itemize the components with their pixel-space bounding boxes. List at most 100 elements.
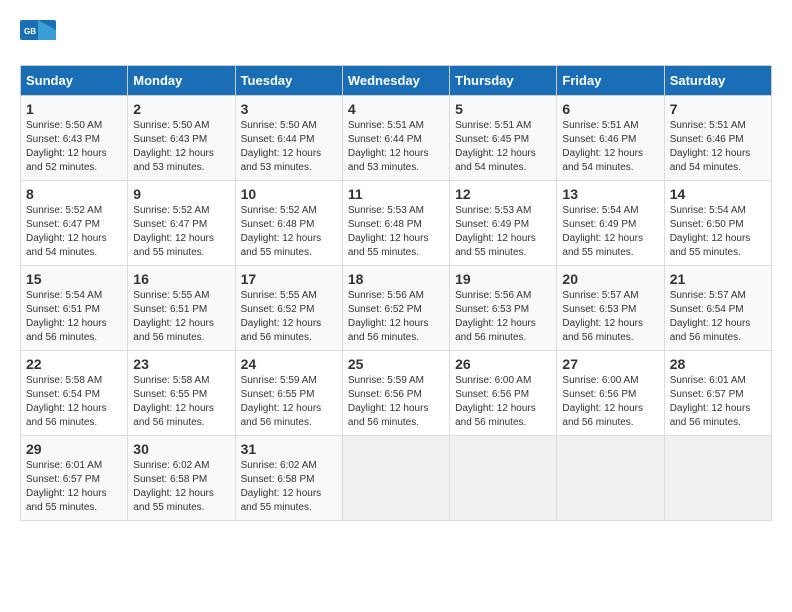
day-number: 20 (562, 271, 658, 287)
calendar-cell: 7Sunrise: 5:51 AM Sunset: 6:46 PM Daylig… (664, 96, 771, 181)
calendar-week-3: 15 Sunrise: 5:54 AM Sunset: 6:51 PM Dayli… (21, 266, 772, 351)
logo-icon: GB (20, 20, 56, 50)
day-info: Sunrise: 6:01 AM Sunset: 6:57 PM Dayligh… (670, 374, 766, 430)
day-number: 22 (26, 356, 122, 372)
day-number: 15 (26, 271, 122, 287)
calendar-week-4: 22 Sunrise: 5:58 AM Sunset: 6:54 PM Dayli… (21, 351, 772, 436)
calendar-cell: 12 Sunrise: 5:53 AM Sunset: 6:49 PM Dayli… (450, 181, 557, 266)
day-info: Sunrise: 6:02 AM Sunset: 6:58 PM Dayligh… (133, 459, 229, 515)
calendar-cell: 11 Sunrise: 5:53 AM Sunset: 6:48 PM Dayli… (342, 181, 449, 266)
calendar-cell (557, 436, 664, 521)
calendar-cell: 25 Sunrise: 5:59 AM Sunset: 6:56 PM Dayli… (342, 351, 449, 436)
calendar-cell: 22 Sunrise: 5:58 AM Sunset: 6:54 PM Dayli… (21, 351, 128, 436)
day-info: Sunrise: 5:52 AM Sunset: 6:47 PM Dayligh… (26, 204, 122, 260)
logo: GB (20, 20, 60, 50)
day-info: Sunrise: 5:59 AM Sunset: 6:56 PM Dayligh… (348, 374, 444, 430)
calendar-cell: 13Sunrise: 5:54 AM Sunset: 6:49 PM Dayli… (557, 181, 664, 266)
day-number: 10 (241, 186, 337, 202)
header-monday: Monday (128, 66, 235, 96)
calendar-header-row: SundayMondayTuesdayWednesdayThursdayFrid… (21, 66, 772, 96)
calendar-cell: 14 Sunrise: 5:54 AM Sunset: 6:50 PM Dayli… (664, 181, 771, 266)
day-number: 14 (670, 186, 766, 202)
calendar-week-5: 29 Sunrise: 6:01 AM Sunset: 6:57 PM Dayli… (21, 436, 772, 521)
day-number: 4 (348, 101, 444, 117)
day-info: Sunrise: 5:50 AM Sunset: 6:43 PM Dayligh… (133, 119, 229, 175)
day-number: 25 (348, 356, 444, 372)
calendar-cell: 29 Sunrise: 6:01 AM Sunset: 6:57 PM Dayli… (21, 436, 128, 521)
day-info: Sunrise: 5:55 AM Sunset: 6:51 PM Dayligh… (133, 289, 229, 345)
day-info: Sunrise: 6:00 AM Sunset: 6:56 PM Dayligh… (562, 374, 658, 430)
day-number: 1 (26, 101, 122, 117)
header-sunday: Sunday (21, 66, 128, 96)
svg-text:GB: GB (24, 27, 36, 36)
day-info: Sunrise: 5:58 AM Sunset: 6:54 PM Dayligh… (26, 374, 122, 430)
day-info: Sunrise: 6:02 AM Sunset: 6:58 PM Dayligh… (241, 459, 337, 515)
calendar-week-2: 8 Sunrise: 5:52 AM Sunset: 6:47 PM Daylig… (21, 181, 772, 266)
day-info: Sunrise: 5:54 AM Sunset: 6:51 PM Dayligh… (26, 289, 122, 345)
day-number: 21 (670, 271, 766, 287)
calendar-cell (450, 436, 557, 521)
day-info: Sunrise: 5:56 AM Sunset: 6:52 PM Dayligh… (348, 289, 444, 345)
day-info: Sunrise: 5:51 AM Sunset: 6:46 PM Dayligh… (670, 119, 766, 175)
header-friday: Friday (557, 66, 664, 96)
day-info: Sunrise: 6:00 AM Sunset: 6:56 PM Dayligh… (455, 374, 551, 430)
calendar-cell: 27Sunrise: 6:00 AM Sunset: 6:56 PM Dayli… (557, 351, 664, 436)
calendar-cell: 21 Sunrise: 5:57 AM Sunset: 6:54 PM Dayli… (664, 266, 771, 351)
day-number: 30 (133, 441, 229, 457)
calendar-table: SundayMondayTuesdayWednesdayThursdayFrid… (20, 65, 772, 521)
calendar-cell: 9 Sunrise: 5:52 AM Sunset: 6:47 PM Daylig… (128, 181, 235, 266)
calendar-cell: 30 Sunrise: 6:02 AM Sunset: 6:58 PM Dayli… (128, 436, 235, 521)
day-info: Sunrise: 5:53 AM Sunset: 6:49 PM Dayligh… (455, 204, 551, 260)
header-wednesday: Wednesday (342, 66, 449, 96)
day-info: Sunrise: 5:52 AM Sunset: 6:47 PM Dayligh… (133, 204, 229, 260)
day-number: 29 (26, 441, 122, 457)
day-number: 5 (455, 101, 551, 117)
calendar-cell: 28 Sunrise: 6:01 AM Sunset: 6:57 PM Dayli… (664, 351, 771, 436)
day-info: Sunrise: 6:01 AM Sunset: 6:57 PM Dayligh… (26, 459, 122, 515)
calendar-week-1: 1 Sunrise: 5:50 AM Sunset: 6:43 PM Daylig… (21, 96, 772, 181)
day-number: 8 (26, 186, 122, 202)
calendar-cell: 6Sunrise: 5:51 AM Sunset: 6:46 PM Daylig… (557, 96, 664, 181)
calendar-cell: 31 Sunrise: 6:02 AM Sunset: 6:58 PM Dayli… (235, 436, 342, 521)
calendar-cell: 15 Sunrise: 5:54 AM Sunset: 6:51 PM Dayli… (21, 266, 128, 351)
day-info: Sunrise: 5:55 AM Sunset: 6:52 PM Dayligh… (241, 289, 337, 345)
day-number: 3 (241, 101, 337, 117)
day-number: 23 (133, 356, 229, 372)
day-info: Sunrise: 5:56 AM Sunset: 6:53 PM Dayligh… (455, 289, 551, 345)
day-number: 31 (241, 441, 337, 457)
day-number: 2 (133, 101, 229, 117)
day-number: 19 (455, 271, 551, 287)
day-number: 17 (241, 271, 337, 287)
header-saturday: Saturday (664, 66, 771, 96)
page-header: GB (20, 20, 772, 50)
day-info: Sunrise: 5:54 AM Sunset: 6:50 PM Dayligh… (670, 204, 766, 260)
calendar-cell: 5 Sunrise: 5:51 AM Sunset: 6:45 PM Daylig… (450, 96, 557, 181)
calendar-cell: 3Sunrise: 5:50 AM Sunset: 6:44 PM Daylig… (235, 96, 342, 181)
day-number: 28 (670, 356, 766, 372)
calendar-cell: 10Sunrise: 5:52 AM Sunset: 6:48 PM Dayli… (235, 181, 342, 266)
day-number: 11 (348, 186, 444, 202)
calendar-cell: 26 Sunrise: 6:00 AM Sunset: 6:56 PM Dayli… (450, 351, 557, 436)
day-info: Sunrise: 5:51 AM Sunset: 6:45 PM Dayligh… (455, 119, 551, 175)
day-info: Sunrise: 5:57 AM Sunset: 6:53 PM Dayligh… (562, 289, 658, 345)
header-thursday: Thursday (450, 66, 557, 96)
day-number: 26 (455, 356, 551, 372)
day-info: Sunrise: 5:51 AM Sunset: 6:44 PM Dayligh… (348, 119, 444, 175)
day-info: Sunrise: 5:59 AM Sunset: 6:55 PM Dayligh… (241, 374, 337, 430)
day-info: Sunrise: 5:51 AM Sunset: 6:46 PM Dayligh… (562, 119, 658, 175)
day-info: Sunrise: 5:57 AM Sunset: 6:54 PM Dayligh… (670, 289, 766, 345)
calendar-cell: 20 Sunrise: 5:57 AM Sunset: 6:53 PM Dayli… (557, 266, 664, 351)
day-number: 13 (562, 186, 658, 202)
day-number: 18 (348, 271, 444, 287)
calendar-cell: 23 Sunrise: 5:58 AM Sunset: 6:55 PM Dayli… (128, 351, 235, 436)
calendar-cell: 17 Sunrise: 5:55 AM Sunset: 6:52 PM Dayli… (235, 266, 342, 351)
day-number: 12 (455, 186, 551, 202)
day-info: Sunrise: 5:58 AM Sunset: 6:55 PM Dayligh… (133, 374, 229, 430)
header-tuesday: Tuesday (235, 66, 342, 96)
day-number: 16 (133, 271, 229, 287)
day-number: 9 (133, 186, 229, 202)
calendar-cell: 2 Sunrise: 5:50 AM Sunset: 6:43 PM Daylig… (128, 96, 235, 181)
day-info: Sunrise: 5:53 AM Sunset: 6:48 PM Dayligh… (348, 204, 444, 260)
calendar-cell: 8 Sunrise: 5:52 AM Sunset: 6:47 PM Daylig… (21, 181, 128, 266)
day-number: 24 (241, 356, 337, 372)
